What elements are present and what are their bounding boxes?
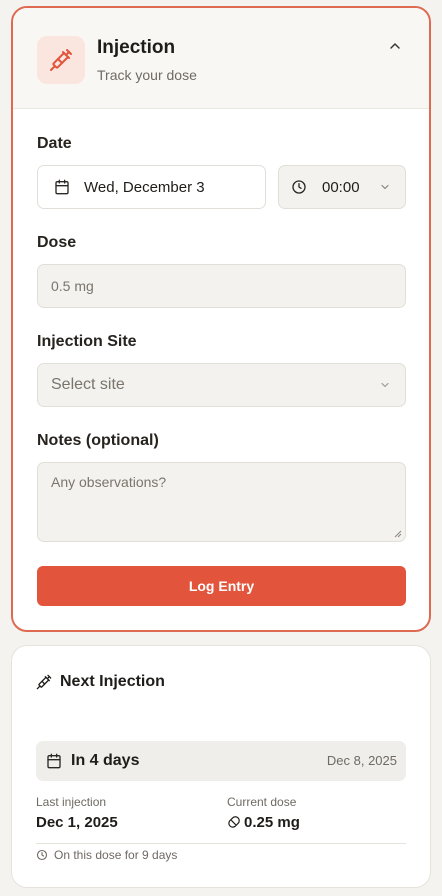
- countdown-banner: In 4 days Dec 8, 2025: [36, 741, 406, 781]
- pill-icon: [228, 816, 240, 828]
- site-label: Injection Site: [37, 333, 137, 350]
- notes-textarea[interactable]: Any observations?: [37, 462, 406, 542]
- next-injection-date: Dec 8, 2025: [326, 753, 397, 768]
- current-dose-row: 0.25 mg: [227, 814, 300, 831]
- injection-card-header: Injection Track your dose: [13, 8, 429, 109]
- time-value: 00:00: [322, 178, 360, 196]
- notes-placeholder: Any observations?: [51, 474, 167, 490]
- resize-grip-icon[interactable]: [394, 530, 402, 538]
- current-dose-label: Current dose: [227, 795, 297, 809]
- date-label: Date: [37, 135, 72, 152]
- countdown-days: In 4 days: [71, 752, 140, 769]
- card-subtitle: Track your dose: [97, 67, 197, 83]
- dose-duration-text: On this dose for 9 days: [54, 848, 178, 862]
- dose-label: Dose: [37, 234, 77, 251]
- collapse-button[interactable]: [383, 34, 407, 58]
- card-title: Injection: [97, 37, 176, 58]
- calendar-icon: [55, 179, 69, 195]
- chevron-down-icon: [381, 382, 389, 388]
- clock-icon: [292, 180, 306, 194]
- clock-icon: [36, 849, 48, 861]
- syringe-icon: [37, 36, 85, 84]
- last-injection-label: Last injection: [36, 795, 107, 809]
- date-picker[interactable]: Wed, December 3: [37, 165, 266, 209]
- injection-card: Injection Track your dose Date Wed, Dece…: [11, 6, 431, 632]
- next-injection-card: Next Injection In 4 days Dec 8, 2025 Las…: [11, 645, 431, 888]
- notes-label: Notes (optional): [37, 432, 159, 449]
- time-select[interactable]: 00:00: [278, 165, 406, 209]
- site-select[interactable]: Select site: [37, 363, 406, 407]
- next-injection-header: Next Injection: [36, 673, 165, 691]
- dose-duration-note: On this dose for 9 days: [36, 848, 177, 862]
- last-injection-value: Dec 1, 2025: [36, 814, 118, 831]
- dose-input[interactable]: 0.5 mg: [37, 264, 406, 308]
- next-injection-title: Next Injection: [60, 673, 165, 690]
- syringe-icon: [36, 674, 52, 690]
- log-entry-button[interactable]: Log Entry: [37, 566, 406, 606]
- date-value: Wed, December 3: [84, 178, 205, 196]
- divider: [36, 843, 406, 844]
- chevron-up-icon: [390, 43, 400, 49]
- current-dose-value: 0.25 mg: [244, 814, 300, 831]
- site-select-value: Select site: [51, 376, 125, 393]
- chevron-down-icon: [381, 184, 389, 190]
- calendar-icon: [47, 753, 61, 769]
